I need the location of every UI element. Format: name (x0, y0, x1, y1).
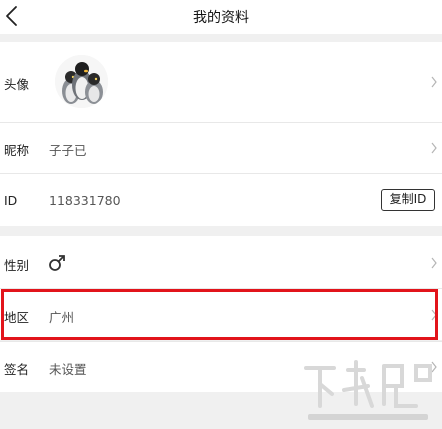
watermark-logo (304, 360, 432, 420)
penguin-avatar-image (55, 55, 108, 108)
male-symbol-icon (49, 255, 65, 271)
nickname-row[interactable]: 昵称 子子已 (0, 123, 442, 173)
gender-row[interactable]: 性别 (0, 236, 442, 288)
top-bar: 我的资料 (0, 0, 442, 34)
highlight-box (1, 289, 438, 340)
avatar[interactable] (55, 55, 108, 108)
chevron-right-icon (431, 76, 437, 88)
chevron-right-icon (431, 142, 437, 154)
gender-label: 性别 (4, 258, 30, 273)
id-row: ID 118331780 (0, 174, 442, 226)
nickname-label: 昵称 (4, 143, 30, 158)
id-value: 118331780 (49, 193, 121, 208)
profile-screen: 我的资料 头像 昵称 子子已 ID 118331780 复制ID 性别 地区 广… (0, 0, 442, 429)
copy-id-button[interactable]: 复制ID (381, 189, 435, 211)
page-title: 我的资料 (193, 10, 249, 26)
chevron-right-icon (431, 257, 437, 269)
id-label: ID (4, 193, 18, 208)
signature-label: 签名 (4, 362, 30, 377)
avatar-label: 头像 (4, 77, 30, 92)
nickname-value: 子子已 (49, 143, 87, 158)
signature-value: 未设置 (49, 362, 87, 377)
